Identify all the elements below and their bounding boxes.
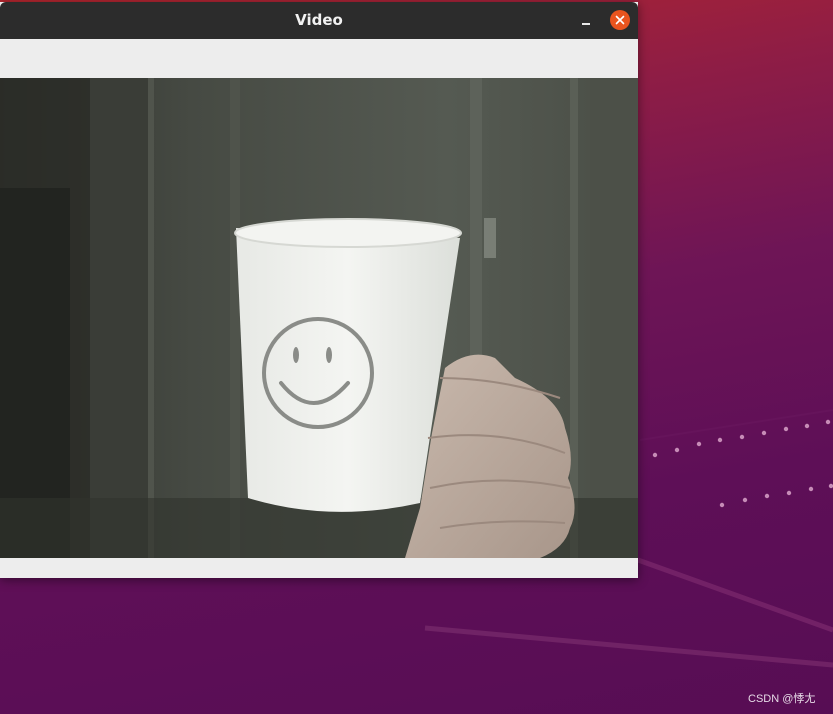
minimize-button[interactable] — [576, 10, 596, 30]
video-window: Video — [0, 2, 638, 578]
minimize-icon — [582, 23, 590, 25]
close-button[interactable] — [610, 10, 630, 30]
window-title: Video — [295, 11, 343, 29]
window-titlebar[interactable]: Video — [0, 2, 638, 39]
watermark-text: CSDN @悸尢 — [748, 693, 816, 705]
video-frame — [0, 78, 638, 558]
window-toolbar — [0, 39, 638, 78]
close-icon — [615, 15, 625, 25]
window-statusbar — [0, 558, 638, 578]
webcam-image — [0, 78, 638, 558]
